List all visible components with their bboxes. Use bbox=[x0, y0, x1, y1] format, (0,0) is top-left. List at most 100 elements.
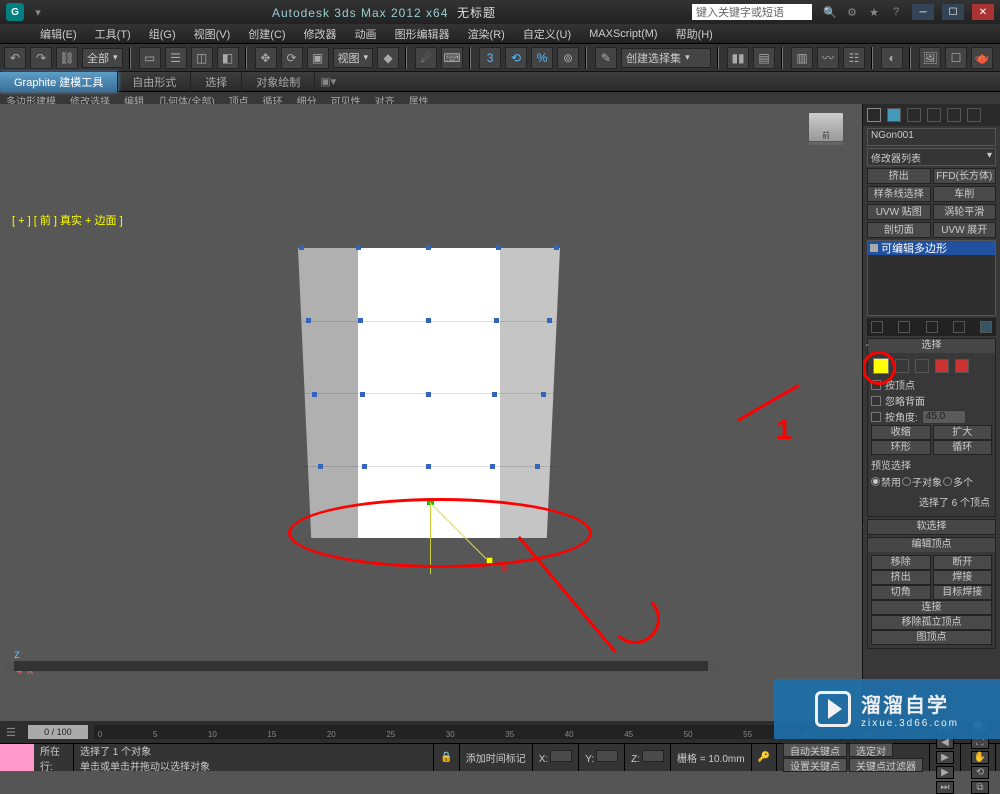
next-frame-icon[interactable]: ▶ bbox=[936, 766, 954, 779]
preview-subobj-radio[interactable] bbox=[902, 477, 911, 486]
menu-create[interactable]: 创建(C) bbox=[248, 26, 285, 42]
material-editor-button[interactable]: ◐ bbox=[881, 47, 903, 69]
remove-button[interactable]: 移除 bbox=[871, 555, 931, 570]
recent-dropdown-icon[interactable]: ▾ bbox=[30, 4, 46, 20]
shrink-button[interactable]: 收缩 bbox=[871, 425, 931, 440]
pivot-button[interactable]: ◆ bbox=[377, 47, 399, 69]
mesh-object[interactable] bbox=[302, 248, 556, 538]
add-time-tag[interactable]: 添加时间标记 bbox=[460, 744, 533, 771]
search-icon[interactable]: 🔍 bbox=[822, 4, 838, 20]
viewcube[interactable]: 前 bbox=[808, 112, 844, 142]
softsel-header[interactable]: 软选择 bbox=[868, 520, 995, 534]
remove-unused-button[interactable]: 图顶点 bbox=[871, 630, 992, 645]
help-search-input[interactable]: 键入关键字或短语 bbox=[692, 4, 812, 20]
keymode-button[interactable]: ⌨ bbox=[441, 47, 463, 69]
render-frame-button[interactable]: ☐ bbox=[945, 47, 967, 69]
unique-icon[interactable] bbox=[926, 321, 938, 333]
polygon-subobj-button[interactable] bbox=[935, 359, 949, 373]
menu-tools[interactable]: 工具(T) bbox=[95, 26, 131, 42]
autokey-button[interactable]: 自动关键点 bbox=[783, 743, 847, 757]
menu-animation[interactable]: 动画 bbox=[355, 26, 377, 42]
render-button[interactable]: 🫖 bbox=[971, 47, 993, 69]
orbit-icon[interactable]: ⟲ bbox=[971, 766, 989, 779]
undo-button[interactable]: ↶ bbox=[4, 47, 26, 69]
mod-lathe[interactable]: 车削 bbox=[933, 186, 997, 202]
schematic-button[interactable]: ☷ bbox=[843, 47, 865, 69]
scale-button[interactable]: ▣ bbox=[307, 47, 329, 69]
menu-group[interactable]: 组(G) bbox=[149, 26, 176, 42]
mod-uvwmap[interactable]: UVW 贴图 bbox=[867, 204, 931, 220]
mirror-button[interactable]: ▮▮ bbox=[727, 47, 749, 69]
maximize-button[interactable]: ☐ bbox=[942, 4, 964, 20]
keyfilter-button[interactable]: 关键点过滤器 bbox=[849, 758, 923, 772]
grow-button[interactable]: 扩大 bbox=[933, 425, 993, 440]
named-selection-dropdown[interactable]: 创建选择集 bbox=[621, 48, 711, 68]
modifier-stack[interactable]: 可编辑多边形 bbox=[867, 240, 996, 316]
element-subobj-button[interactable] bbox=[955, 359, 969, 373]
maximize-viewport-icon[interactable]: ⧉ bbox=[971, 781, 989, 794]
modifier-list-dropdown[interactable]: 修改器列表▾ bbox=[867, 148, 996, 166]
border-subobj-button[interactable] bbox=[915, 359, 929, 373]
remove-iso-button[interactable]: 移除孤立顶点 bbox=[871, 615, 992, 630]
preview-multi-radio[interactable] bbox=[943, 477, 952, 486]
signin-icon[interactable]: ⚙ bbox=[844, 4, 860, 20]
ring-button[interactable]: 环形 bbox=[871, 440, 931, 455]
lock-selection-icon[interactable]: 🔒 bbox=[434, 744, 459, 771]
break-button[interactable]: 断开 bbox=[933, 555, 993, 570]
snap-toggle-button[interactable]: 3 bbox=[479, 47, 501, 69]
mod-extrude[interactable]: 挤出 bbox=[867, 168, 931, 184]
curve-editor-button[interactable]: 〰 bbox=[817, 47, 839, 69]
tab-objectpaint[interactable]: 对象绘制 bbox=[242, 72, 315, 92]
utilities-tab-icon[interactable] bbox=[967, 108, 981, 122]
menu-help[interactable]: 帮助(H) bbox=[676, 26, 713, 42]
goto-end-icon[interactable]: ⏭ bbox=[936, 781, 954, 794]
menu-grapheditors[interactable]: 图形编辑器 bbox=[395, 26, 450, 42]
move-button[interactable]: ✥ bbox=[255, 47, 277, 69]
preview-off-radio[interactable] bbox=[871, 477, 880, 486]
tab-graphite[interactable]: Graphite 建模工具 bbox=[0, 72, 118, 92]
timeline-config-icon[interactable]: ☰ bbox=[0, 726, 22, 739]
editvertex-header[interactable]: 编辑顶点 bbox=[868, 538, 995, 552]
stack-editable-poly[interactable]: 可编辑多边形 bbox=[868, 241, 995, 255]
align-button[interactable]: ▤ bbox=[753, 47, 775, 69]
ignore-backfacing-check[interactable]: 忽略背面 bbox=[871, 393, 992, 408]
close-button[interactable]: ✕ bbox=[972, 4, 994, 20]
menu-maxscript[interactable]: MAXScript(M) bbox=[589, 28, 657, 40]
percent-snap-button[interactable]: % bbox=[531, 47, 553, 69]
redo-button[interactable]: ↷ bbox=[30, 47, 52, 69]
mod-spline[interactable]: 样条线选择 bbox=[867, 186, 931, 202]
extrude-button[interactable]: 挤出 bbox=[871, 570, 931, 585]
script-mini-icon[interactable] bbox=[0, 744, 34, 771]
link-button[interactable]: ⛓ bbox=[56, 47, 78, 69]
select-button[interactable]: ▭ bbox=[139, 47, 161, 69]
loop-button[interactable]: 循环 bbox=[933, 440, 993, 455]
selection-filter-dropdown[interactable]: 全部 bbox=[82, 48, 123, 68]
hierarchy-tab-icon[interactable] bbox=[907, 108, 921, 122]
edit-named-button[interactable]: ✎ bbox=[595, 47, 617, 69]
layer-button[interactable]: ▥ bbox=[791, 47, 813, 69]
minimize-button[interactable]: ─ bbox=[912, 4, 934, 20]
create-tab-icon[interactable] bbox=[867, 108, 881, 122]
play-icon[interactable]: ▶ bbox=[936, 751, 954, 764]
configure-icon[interactable] bbox=[980, 321, 992, 333]
angle-spinner[interactable]: 45.0 bbox=[922, 410, 966, 424]
remove-mod-icon[interactable] bbox=[953, 321, 965, 333]
viewport-label[interactable]: [ + ] [ 前 ] 真实 + 边面 ] bbox=[12, 212, 123, 228]
display-tab-icon[interactable] bbox=[947, 108, 961, 122]
window-crossing-button[interactable]: ◧ bbox=[217, 47, 239, 69]
pin-stack-icon[interactable] bbox=[871, 321, 883, 333]
mod-ffd[interactable]: FFD(长方体) bbox=[933, 168, 997, 184]
by-angle-check[interactable]: 按角度:45.0 bbox=[871, 409, 992, 424]
weld-button[interactable]: 焊接 bbox=[933, 570, 993, 585]
favorite-icon[interactable]: ★ bbox=[866, 4, 882, 20]
motion-tab-icon[interactable] bbox=[927, 108, 941, 122]
tab-selection[interactable]: 选择 bbox=[191, 72, 242, 92]
connect-button[interactable]: 连接 bbox=[871, 600, 992, 615]
tab-freeform[interactable]: 自由形式 bbox=[118, 72, 191, 92]
selected-button[interactable]: 选定对 bbox=[849, 743, 893, 757]
object-name-input[interactable]: NGon001 bbox=[867, 128, 996, 146]
rotate-button[interactable]: ⟳ bbox=[281, 47, 303, 69]
pan-icon[interactable]: ✋ bbox=[971, 751, 989, 764]
ribbon-collapse-icon[interactable]: ▣▾ bbox=[319, 75, 337, 88]
select-region-button[interactable]: ◫ bbox=[191, 47, 213, 69]
